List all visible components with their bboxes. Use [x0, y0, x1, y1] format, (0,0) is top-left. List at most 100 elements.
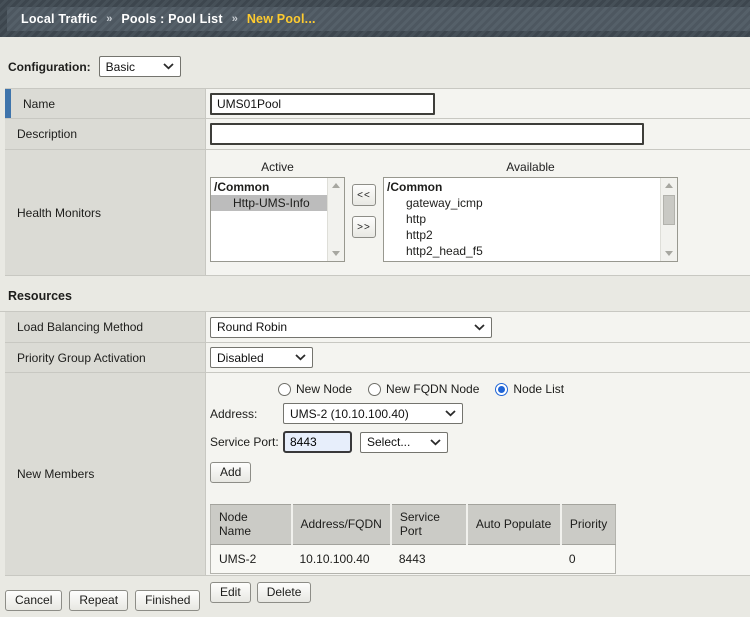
chevron-down-icon [163, 63, 174, 70]
description-input[interactable] [210, 123, 644, 145]
required-indicator [5, 89, 11, 118]
radio-new-node-label: New Node [296, 382, 352, 396]
resources-table: Load Balancing Method Round Robin Priori… [5, 312, 750, 576]
load-balancing-label: Load Balancing Method [17, 320, 143, 334]
name-label: Name [23, 97, 55, 111]
service-port-input[interactable] [283, 431, 352, 453]
list-item[interactable]: http2_head_f5 [384, 243, 660, 259]
node-type-radio-group: New Node New FQDN Node Node List [278, 382, 564, 396]
health-monitors-row: Health Monitors Active /Common Http-UMS-… [5, 150, 750, 276]
load-balancing-row: Load Balancing Method Round Robin [5, 312, 750, 343]
description-label-cell: Description [5, 119, 206, 149]
breadcrumb-separator-icon: » [232, 13, 238, 25]
name-row: Name [5, 89, 750, 119]
priority-group-label: Priority Group Activation [17, 351, 146, 365]
health-monitors-label-cell: Health Monitors [5, 150, 206, 275]
priority-group-row: Priority Group Activation Disabled [5, 343, 750, 373]
health-monitors-label: Health Monitors [17, 206, 101, 220]
scrollbar-thumb[interactable] [663, 195, 675, 225]
table-row[interactable]: UMS-2 10.10.100.40 8443 0 [211, 545, 616, 574]
radio-new-fqdn-node[interactable] [368, 383, 381, 396]
list-item[interactable]: http2 [384, 227, 660, 243]
description-label: Description [17, 127, 77, 141]
new-members-row: New Members New Node New FQDN Node Node … [5, 373, 750, 576]
configuration-bar: Configuration: Basic [0, 37, 750, 88]
service-port-label: Service Port: [210, 435, 283, 449]
top-navigation-bar: Local Traffic » Pools : Pool List » New … [0, 0, 750, 37]
breadcrumb-local-traffic[interactable]: Local Traffic [21, 12, 97, 26]
configuration-select[interactable]: Basic [99, 56, 181, 77]
load-balancing-label-cell: Load Balancing Method [5, 312, 206, 342]
finished-button[interactable]: Finished [135, 590, 200, 611]
service-port-select[interactable]: Select... [360, 432, 448, 453]
list-item[interactable]: Http-UMS-Info [211, 195, 327, 211]
col-auto-populate: Auto Populate [467, 505, 561, 545]
address-select[interactable]: UMS-2 (10.10.100.40) [283, 403, 463, 424]
available-list-scrollbar[interactable] [660, 178, 677, 261]
priority-group-content-cell: Disabled [206, 343, 750, 372]
address-line: Address: UMS-2 (10.10.100.40) [210, 403, 463, 424]
cell-node-name: UMS-2 [211, 545, 292, 574]
list-item[interactable]: http [384, 211, 660, 227]
cancel-button[interactable]: Cancel [5, 590, 62, 611]
service-port-line: Service Port: Select... [210, 431, 448, 453]
scroll-down-icon[interactable] [661, 246, 677, 261]
chevron-down-icon [445, 410, 456, 417]
available-column-header: Available [383, 156, 678, 177]
scroll-up-icon[interactable] [661, 178, 677, 193]
name-content-cell [206, 89, 750, 118]
members-table-header-row: Node Name Address/FQDN Service Port Auto… [211, 505, 616, 545]
col-priority: Priority [561, 505, 616, 545]
repeat-button[interactable]: Repeat [69, 590, 128, 611]
new-members-label: New Members [17, 467, 94, 481]
breadcrumb-new-pool: New Pool... [247, 12, 316, 26]
radio-new-node[interactable] [278, 383, 291, 396]
cell-priority: 0 [561, 545, 616, 574]
priority-group-select-value: Disabled [217, 351, 264, 365]
partition-header: /Common [384, 179, 660, 195]
members-table: Node Name Address/FQDN Service Port Auto… [210, 504, 616, 574]
scroll-up-icon[interactable] [328, 178, 344, 193]
priority-group-label-cell: Priority Group Activation [5, 343, 206, 372]
col-service-port: Service Port [391, 505, 467, 545]
active-list-scrollbar[interactable] [327, 178, 344, 261]
health-monitors-content-cell: Active /Common Http-UMS-Info << [206, 150, 750, 275]
col-node-name: Node Name [211, 505, 292, 545]
scroll-down-icon[interactable] [328, 246, 344, 261]
description-row: Description [5, 119, 750, 150]
load-balancing-content-cell: Round Robin [206, 312, 750, 342]
cell-address-fqdn: 10.10.100.40 [292, 545, 391, 574]
service-port-select-value: Select... [367, 435, 410, 449]
delete-button[interactable]: Delete [257, 582, 312, 603]
partition-header: /Common [211, 179, 327, 195]
breadcrumb: Local Traffic » Pools : Pool List » New … [7, 7, 750, 31]
priority-group-select[interactable]: Disabled [210, 347, 313, 368]
chevron-down-icon [430, 439, 441, 446]
load-balancing-select[interactable]: Round Robin [210, 317, 492, 338]
configuration-label: Configuration: [8, 60, 91, 74]
address-select-value: UMS-2 (10.10.100.40) [290, 407, 409, 421]
active-monitors-listbox[interactable]: /Common Http-UMS-Info [210, 177, 345, 262]
breadcrumb-separator-icon: » [106, 13, 112, 25]
list-item[interactable]: gateway_icmp [384, 195, 660, 211]
radio-new-fqdn-node-label: New FQDN Node [386, 382, 479, 396]
configuration-select-value: Basic [106, 60, 135, 74]
move-to-active-button[interactable]: << [352, 184, 376, 206]
cell-service-port: 8443 [391, 545, 467, 574]
new-members-content-cell: New Node New FQDN Node Node List Address… [206, 373, 750, 575]
move-to-available-button[interactable]: >> [352, 216, 376, 238]
edit-button[interactable]: Edit [210, 582, 251, 603]
radio-node-list-label: Node List [513, 382, 564, 396]
description-content-cell [206, 119, 750, 149]
add-button[interactable]: Add [210, 462, 251, 483]
cell-auto-populate [467, 545, 561, 574]
col-address-fqdn: Address/FQDN [292, 505, 391, 545]
resources-section-title: Resources [0, 276, 750, 312]
name-input[interactable] [210, 93, 435, 115]
chevron-down-icon [474, 324, 485, 331]
breadcrumb-pool-list[interactable]: Pools : Pool List [121, 12, 222, 26]
footer-actions: Cancel Repeat Finished [0, 576, 750, 611]
name-label-cell: Name [5, 89, 206, 118]
available-monitors-listbox[interactable]: /Common gateway_icmp http http2 http2_he… [383, 177, 678, 262]
radio-node-list[interactable] [495, 383, 508, 396]
